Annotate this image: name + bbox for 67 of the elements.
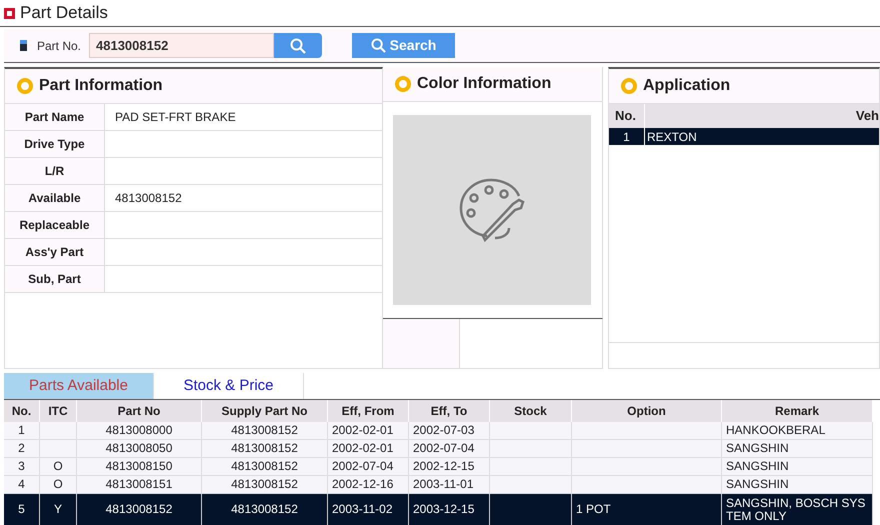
table-cell: 4813008151: [106, 478, 172, 491]
table-cell: 4813008152: [231, 460, 298, 473]
table-cell: SANGSHIN: [726, 442, 789, 455]
panel-title: Application: [643, 76, 730, 96]
table-cell: SANGSHIN: [726, 460, 789, 473]
table-cell: O: [53, 460, 63, 473]
search-icon-button[interactable]: [274, 33, 322, 58]
table-cell: 4813008152: [231, 424, 298, 437]
table-cell-text: REXTON: [646, 129, 697, 145]
table-cell: 2002-07-03: [413, 424, 474, 437]
part-no-field[interactable]: 4813008152: [89, 33, 274, 58]
table-cell: 2002-07-04: [413, 442, 474, 455]
table-cell: 4813008152: [231, 478, 298, 491]
table-cell: 2002-07-04: [332, 460, 394, 473]
table-cell: 1: [609, 128, 645, 145]
table-cell: 2003-11-02: [332, 503, 392, 516]
page-title: Part Details: [20, 2, 108, 24]
table-cell: 1 POT: [576, 503, 611, 516]
field-label: Drive Type: [5, 131, 105, 157]
column-header: Veh: [856, 107, 879, 126]
table-cell: 4813008152: [231, 503, 298, 516]
table-cell: 4813008152: [106, 503, 172, 516]
table-cell: O: [53, 478, 63, 491]
table-cell: 4813008150: [106, 460, 172, 473]
table-cell: 2003-11-01: [413, 478, 474, 491]
table-cell: 4813008152: [231, 442, 298, 455]
table-cell: 4813008050: [106, 442, 172, 455]
part-no-label: Part No.: [37, 38, 82, 54]
table-cell: 2002-02-01: [332, 442, 394, 455]
field-marker-icon: [20, 40, 27, 51]
ring-icon: [17, 78, 33, 94]
panel-title: Color Information: [417, 74, 552, 94]
table-row[interactable]: 5 Y 4813008152 4813008152 2003-11-02 2003-12-15 1 POT SANGSHIN, BOSCH SYSTEM ONLY: [4, 494, 873, 525]
table-row[interactable]: 3 O 4813008150 4813008152 2002-07-04 2002-12-15 SANGSHIN: [4, 458, 873, 476]
table-cell: 5: [18, 503, 25, 516]
search-icon: [370, 38, 386, 53]
table-row[interactable]: 1 4813008000 4813008152 2002-02-01 2002-07-03 HANKOOKBERAL: [4, 422, 873, 440]
ring-icon: [621, 78, 637, 94]
table-cell: 2002-02-01: [332, 424, 394, 437]
field-label: Sub, Part: [5, 266, 105, 292]
table-cell: SANGSHIN: [726, 478, 789, 491]
table-cell: 1: [18, 424, 25, 437]
field-label: Part Name: [5, 104, 105, 130]
table-cell: 2003-12-15: [413, 503, 474, 516]
field-label: Ass'y Part: [5, 239, 105, 265]
field-label: Available: [5, 185, 105, 211]
application-row[interactable]: 1 REXTON: [609, 128, 879, 145]
title-marker-icon: [5, 8, 14, 18]
table-cell: 4: [18, 478, 25, 491]
table-cell: HANKOOKBERAL: [726, 424, 826, 437]
table-cell: 4813008000: [106, 424, 172, 437]
ring-icon: [395, 76, 411, 92]
table-cell: 2: [18, 442, 25, 455]
table-cell-text: SANGSHIN, BOSCH SYSTEM ONLY: [726, 496, 866, 522]
field-value: PAD SET-FRT BRAKE: [115, 109, 236, 126]
field-value: 4813008152: [115, 190, 182, 207]
table-cell: Y: [54, 503, 62, 516]
table-row[interactable]: 2 4813008050 4813008152 2002-02-01 2002-07-04 SANGSHIN: [4, 440, 873, 458]
table-cell: 3: [18, 460, 25, 473]
panel-title: Part Information: [39, 76, 163, 96]
field-label: L/R: [5, 158, 105, 184]
search-icon: [290, 38, 306, 54]
field-label: Replaceable: [5, 212, 105, 238]
table-cell: 2002-12-15: [413, 460, 474, 473]
table-row[interactable]: 4 O 4813008151 4813008152 2002-12-16 2003-11-01 SANGSHIN: [4, 476, 873, 494]
table-cell: 2002-12-16: [332, 478, 394, 491]
palette-icon: [459, 178, 525, 242]
